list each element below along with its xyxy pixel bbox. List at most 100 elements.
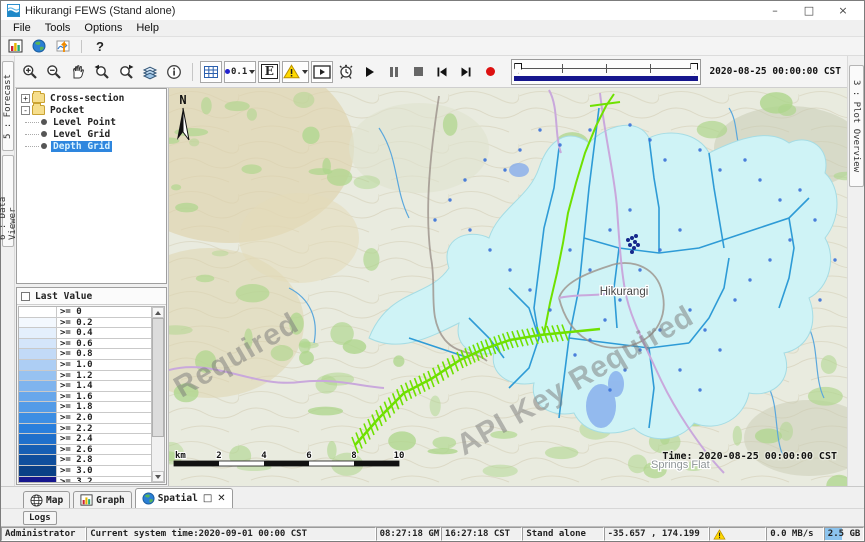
legend-row[interactable]: >= 0.6 — [19, 339, 151, 350]
time-slider-range-bar — [514, 76, 698, 81]
tab-map[interactable]: Map — [23, 491, 70, 508]
editor-button[interactable]: E — [258, 61, 280, 83]
legend-row[interactable]: >= 2.6 — [19, 445, 151, 456]
globe-icon — [32, 39, 46, 53]
legend-row-label: >= 0.2 — [57, 318, 96, 328]
chevron-down-icon — [249, 70, 255, 74]
scrollbar-track[interactable] — [152, 318, 164, 471]
tab-close-icon[interactable]: ✕ — [217, 493, 225, 504]
animation-button[interactable] — [311, 61, 333, 83]
timeseries-display-button[interactable] — [53, 38, 73, 55]
legend-row[interactable]: >= 2.0 — [19, 413, 151, 424]
warnings-dropdown[interactable] — [282, 61, 309, 83]
legend-row[interactable]: >= 3.0 — [19, 466, 151, 477]
help-button[interactable]: ? — [90, 38, 110, 55]
legend-scrollbar[interactable] — [151, 307, 164, 482]
timeseries-chart-icon — [56, 39, 71, 53]
contour-precision-dropdown[interactable]: 0.1 — [224, 61, 256, 83]
tree-item-pocket[interactable]: - Pocket — [21, 104, 166, 116]
tree-item-level-point[interactable]: Level Point — [21, 116, 166, 128]
tree-item-label: Pocket — [48, 105, 86, 116]
legend-row[interactable]: >= 0.2 — [19, 318, 151, 329]
tree-guide-line — [25, 134, 39, 135]
menu-item[interactable]: File — [6, 21, 38, 35]
legend-color-swatch — [19, 466, 57, 476]
left-tab-strip: 5 : Forecast 6 : Data Viewer — [1, 56, 15, 486]
tree-guide-line — [25, 122, 39, 123]
tab-graph[interactable]: Graph — [73, 491, 132, 508]
skip-to-end-button[interactable] — [455, 61, 477, 83]
maximize-icon[interactable]: □ — [792, 2, 826, 19]
time-slider[interactable] — [511, 59, 701, 85]
close-icon[interactable]: × — [826, 2, 860, 19]
zoom-in-button[interactable] — [19, 61, 41, 83]
legend-row-label: >= 3.0 — [57, 466, 96, 476]
tab-data-viewer[interactable]: 6 : Data Viewer — [2, 155, 14, 247]
logs-button[interactable]: Logs — [23, 511, 57, 525]
pan-button[interactable] — [67, 61, 89, 83]
tree-item-depth-grid[interactable]: Depth Grid — [21, 140, 166, 152]
map-display-button[interactable] — [29, 38, 49, 55]
legend-row[interactable]: >= 1.8 — [19, 402, 151, 413]
layers-icon — [142, 64, 158, 80]
pause-button[interactable] — [383, 61, 405, 83]
map-view[interactable]: API Key Required API Key Required Hikura… — [169, 88, 847, 486]
collapse-icon[interactable]: - — [21, 106, 30, 115]
status-warning[interactable] — [709, 527, 767, 541]
zoom-previous-button[interactable] — [91, 61, 113, 83]
legend-panel: Last Value >= 0 — [16, 287, 167, 485]
record-icon — [486, 67, 495, 76]
tab-spatial[interactable]: Spatial □ ✕ — [135, 488, 233, 508]
info-button[interactable] — [163, 61, 185, 83]
folder-icon — [32, 105, 45, 115]
status-memory: 2.5 GB — [824, 527, 864, 541]
legend-row[interactable]: >= 0.8 — [19, 349, 151, 360]
legend-row[interactable]: >= 2.2 — [19, 424, 151, 435]
legend-row-label: >= 1.6 — [57, 392, 96, 402]
legend-row[interactable]: >= 0 — [19, 307, 151, 318]
zoom-next-button[interactable] — [115, 61, 137, 83]
last-value-checkbox[interactable] — [21, 292, 30, 301]
legend-color-swatch — [19, 424, 57, 434]
scroll-down-icon[interactable] — [152, 471, 164, 482]
main-toolbar: ? — [1, 37, 864, 56]
north-label: N — [179, 93, 186, 107]
legend-row[interactable]: >= 0.4 — [19, 328, 151, 339]
folder-icon — [32, 93, 45, 103]
tab-plot-overview[interactable]: 3 : Plot Overview — [849, 65, 864, 187]
time-settings-button[interactable] — [335, 61, 357, 83]
legend-row[interactable]: >= 1.4 — [19, 381, 151, 392]
tree-item-cross-section[interactable]: + Cross-section — [21, 92, 166, 104]
tab-maximize-icon[interactable]: □ — [203, 493, 212, 504]
record-button[interactable] — [479, 61, 501, 83]
scrollbar-thumb[interactable] — [152, 318, 164, 437]
layers-button[interactable] — [139, 61, 161, 83]
info-icon — [166, 64, 182, 80]
legend-table: >= 0 >= 0.2 — [19, 307, 151, 482]
legend-row[interactable]: >= 3.2 — [19, 477, 151, 482]
bullet-icon — [41, 143, 47, 149]
menu-item[interactable]: Tools — [38, 21, 78, 35]
legend-row[interactable]: >= 1.0 — [19, 360, 151, 371]
logs-display-button[interactable] — [5, 38, 25, 55]
scroll-up-icon[interactable] — [152, 307, 164, 318]
tab-label: Graph — [96, 495, 125, 506]
legend-row[interactable]: >= 1.6 — [19, 392, 151, 403]
menu-item[interactable]: Options — [77, 21, 129, 35]
play-button[interactable] — [359, 61, 381, 83]
tab-forecast[interactable]: 5 : Forecast — [2, 61, 14, 151]
stop-button[interactable] — [407, 61, 429, 83]
zoom-out-button[interactable] — [43, 61, 65, 83]
grid-display-button[interactable] — [200, 61, 222, 83]
status-download-speed: 0.0 MB/s — [766, 527, 824, 541]
legend-row[interactable]: >= 1.2 — [19, 371, 151, 382]
skip-to-start-button[interactable] — [431, 61, 453, 83]
menu-item[interactable]: Help — [129, 21, 166, 35]
legend-row[interactable]: >= 2.8 — [19, 455, 151, 466]
minimize-icon[interactable]: – — [758, 2, 792, 19]
help-icon: ? — [96, 39, 104, 54]
expand-icon[interactable]: + — [21, 94, 30, 103]
editor-icon: E — [261, 64, 278, 79]
tree-item-level-grid[interactable]: Level Grid — [21, 128, 166, 140]
legend-row[interactable]: >= 2.4 — [19, 434, 151, 445]
